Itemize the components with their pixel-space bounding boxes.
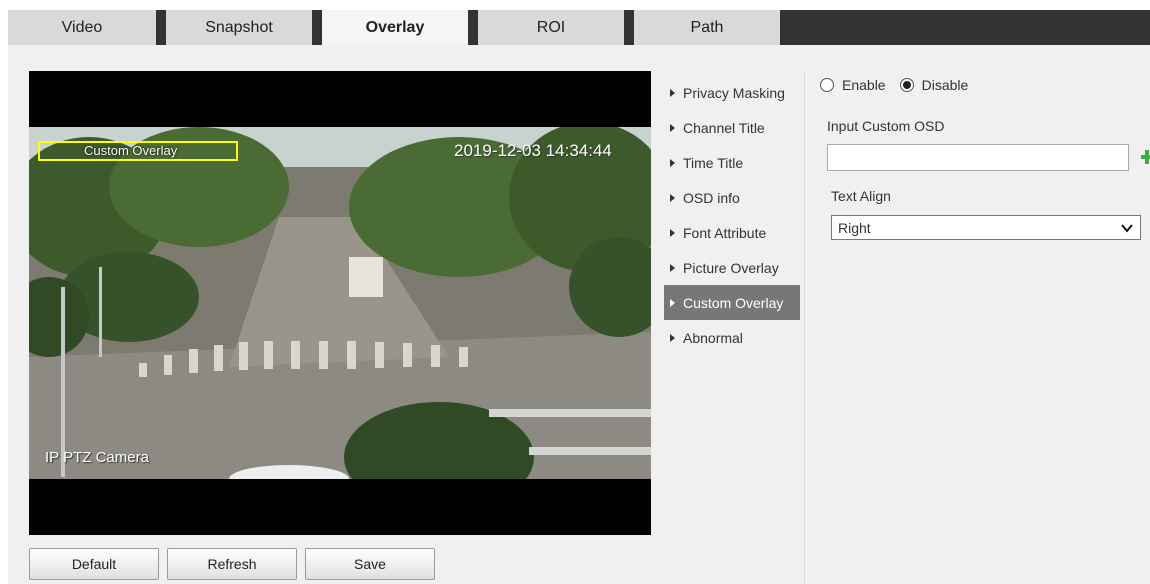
save-button[interactable]: Save: [305, 548, 435, 580]
default-button[interactable]: Default: [29, 548, 159, 580]
custom-osd-box[interactable]: Custom Overlay: [38, 141, 238, 161]
plus-icon[interactable]: [1141, 149, 1150, 165]
custom-osd-label: Input Custom OSD: [827, 118, 945, 134]
tab-roi[interactable]: ROI: [478, 10, 624, 45]
chevron-down-icon: [1121, 224, 1133, 233]
custom-osd-text: Custom Overlay: [84, 143, 178, 158]
channel-title-osd: IP PTZ Camera: [45, 449, 149, 466]
triangle-right-icon: [670, 158, 675, 167]
enable-label: Enable: [842, 77, 886, 93]
menu-item-label: Abnormal: [683, 329, 743, 346]
video-preview: Custom Overlay 2019-12-03 14:34:44 IP PT…: [29, 71, 651, 535]
enable-radio-group: Enable Disable: [820, 77, 982, 93]
refresh-button[interactable]: Refresh: [167, 548, 297, 580]
menu-item-label: Privacy Masking: [683, 84, 785, 101]
tab-path[interactable]: Path: [634, 10, 780, 45]
menu-item-label: Custom Overlay: [683, 294, 784, 311]
menu-item-label: Time Title: [683, 154, 744, 171]
menu-item-abnormal[interactable]: Abnormal: [664, 320, 800, 355]
menu-item-label: OSD info: [683, 189, 740, 206]
menu-item-channel-title[interactable]: Channel Title: [664, 110, 800, 145]
menu-divider: [804, 71, 805, 584]
overlay-panel: Custom Overlay 2019-12-03 14:34:44 IP PT…: [8, 45, 1150, 584]
disable-radio[interactable]: [899, 78, 914, 92]
menu-item-label: Picture Overlay: [683, 259, 779, 276]
triangle-right-icon: [670, 88, 675, 97]
text-align-label: Text Align: [831, 188, 891, 204]
triangle-right-icon: [670, 123, 675, 132]
enable-radio[interactable]: [820, 78, 834, 92]
triangle-right-icon: [670, 298, 675, 307]
triangle-right-icon: [670, 193, 675, 202]
menu-item-privacy-masking[interactable]: Privacy Masking: [664, 75, 800, 110]
tab-overlay[interactable]: Overlay: [322, 10, 468, 45]
menu-item-custom-overlay[interactable]: Custom Overlay: [664, 285, 800, 320]
disable-label: Disable: [921, 77, 969, 93]
triangle-right-icon: [670, 228, 675, 237]
menu-item-picture-overlay[interactable]: Picture Overlay: [664, 250, 800, 285]
menu-item-label: Channel Title: [683, 119, 765, 136]
custom-osd-input[interactable]: [827, 144, 1129, 171]
triangle-right-icon: [670, 333, 675, 342]
time-title-osd: 2019-12-03 14:34:44: [454, 141, 612, 160]
tab-video[interactable]: Video: [8, 10, 156, 45]
menu-item-font-attribute[interactable]: Font Attribute: [664, 215, 800, 250]
menu-item-osd-info[interactable]: OSD info: [664, 180, 800, 215]
triangle-right-icon: [670, 263, 675, 272]
tab-bar: Video Snapshot Overlay ROI Path: [8, 10, 1150, 45]
menu-item-time-title[interactable]: Time Title: [664, 145, 800, 180]
text-align-select[interactable]: Right: [831, 215, 1141, 240]
camera-scene-image: Custom Overlay 2019-12-03 14:34:44 IP PT…: [29, 127, 651, 479]
tab-snapshot[interactable]: Snapshot: [166, 10, 312, 45]
menu-item-label: Font Attribute: [683, 224, 767, 241]
text-align-value: Right: [838, 219, 871, 236]
overlay-menu: Privacy Masking Channel Title Time Title…: [664, 75, 800, 355]
